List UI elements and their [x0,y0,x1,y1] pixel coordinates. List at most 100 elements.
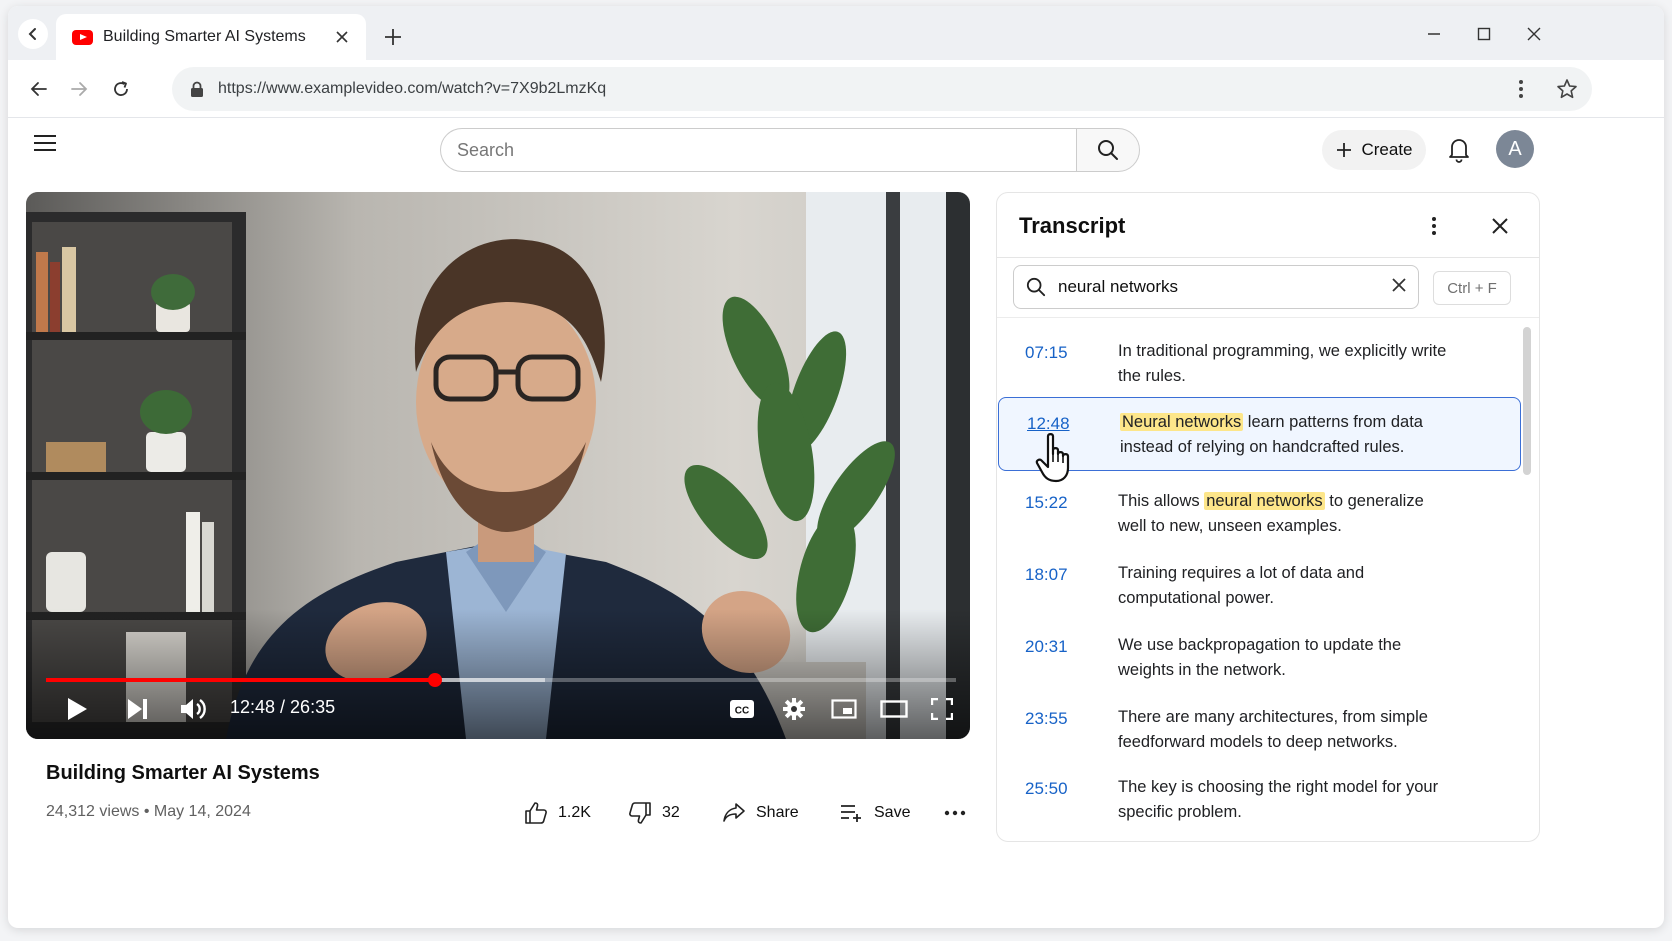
plus-icon [1337,143,1352,157]
transcript-segment[interactable]: 18:07 Training requires a lot of data and… [997,549,1521,623]
segment-text-part: In traditional programming, we explicitl… [1118,342,1447,385]
share-button[interactable]: Share [722,798,799,828]
share-icon [723,803,745,822]
theater-mode-button[interactable] [878,692,910,726]
playlist-add-icon [841,805,861,822]
segment-text: This allows neural networks to generaliz… [1118,489,1448,539]
transcript-segment[interactable]: 07:15 In traditional programming, we expl… [997,327,1521,401]
segment-text: The key is choosing the right model for … [1118,775,1448,825]
lock-icon [191,81,203,97]
transcript-segment[interactable]: 15:22 This allows neural networks to gene… [997,477,1521,551]
segment-text-part: There are many architectures, from simpl… [1118,708,1428,751]
guide-menu-button[interactable] [30,128,60,158]
segment-text: There are many architectures, from simpl… [1118,705,1448,755]
transcript-close-button[interactable] [1487,213,1513,239]
site-search [440,128,1140,172]
miniplayer-button[interactable] [828,692,860,726]
search-icon [1098,140,1118,160]
tab-close-button[interactable] [332,27,352,47]
fullscreen-icon [931,698,953,720]
time-display: 12:48 / 26:35 [230,697,336,717]
fullscreen-button[interactable] [926,692,958,726]
thumbs-up-icon [525,802,547,824]
segment-timestamp-link[interactable]: 25:50 [1025,779,1068,799]
more-vertical-icon [1432,217,1436,235]
search-button[interactable] [1076,128,1140,172]
segment-timestamp-link[interactable]: 20:31 [1025,637,1068,657]
hamburger-menu-icon [34,135,56,151]
youtube-logo-icon [72,29,93,45]
dislike-button[interactable]: 32 [628,798,680,828]
new-tab-button[interactable] [382,26,404,48]
create-label: Create [1361,140,1413,159]
thumbs-down-icon [629,802,651,824]
segment-text-part: Training requires a lot of data and comp… [1118,564,1365,607]
minimize-button[interactable] [1422,22,1446,46]
transcript-segment[interactable]: 23:55 There are many architectures, from … [997,693,1521,767]
more-actions-button[interactable] [944,798,966,828]
browser-menu-button[interactable] [1508,76,1534,102]
transcript-title: Transcript [1019,213,1126,238]
progress-bar[interactable] [46,673,956,687]
like-button[interactable]: 1.2K [524,798,591,828]
create-button[interactable]: Create [1322,130,1426,170]
theater-mode-icon [880,700,908,718]
like-count: 1.2K [558,804,591,821]
next-button[interactable] [120,692,154,726]
volume-button[interactable] [176,692,212,726]
divider [997,317,1539,318]
captions-button[interactable]: CC [726,692,758,726]
save-button[interactable]: Save [840,798,910,828]
address-bar[interactable]: https://www.examplevideo.com/watch?v=7X9… [172,67,1592,111]
transcript-segment[interactable]: 20:31 We use backpropagation to update th… [997,621,1521,695]
svg-text:CC: CC [735,706,749,717]
segment-text-part: We use backpropagation to update the wei… [1118,636,1402,679]
segment-timestamp-link[interactable]: 15:22 [1025,493,1068,513]
forward-button[interactable] [66,76,92,102]
browser-toolbar: https://www.examplevideo.com/watch?v=7X9… [8,60,1664,118]
arrow-left-icon [30,82,47,96]
divider [997,257,1539,258]
transcript-search-input[interactable] [1058,277,1392,297]
segment-timestamp-link[interactable]: 07:15 [1025,343,1068,363]
segment-text: Training requires a lot of data and comp… [1118,561,1448,611]
window-close-button[interactable] [1522,22,1546,46]
close-icon [1392,277,1406,292]
settings-button[interactable] [778,692,810,726]
search-input[interactable] [440,128,1076,172]
maximize-button[interactable] [1472,22,1496,46]
bookmark-star-button[interactable] [1556,78,1578,105]
segment-text: In traditional programming, we explicitl… [1118,339,1448,389]
scrollbar-thumb[interactable] [1523,327,1531,475]
segment-timestamp-link[interactable]: 12:48 [1027,414,1070,434]
more-horizontal-icon [944,810,966,816]
tab-search-back-button[interactable] [18,19,48,49]
star-icon [1557,79,1577,99]
tab-title: Building Smarter AI Systems [103,28,306,45]
browser-tab[interactable]: Building Smarter AI Systems [56,14,366,60]
video-player[interactable]: 12:48 / 26:35 CC [26,192,970,739]
back-button[interactable] [26,76,52,102]
transcript-panel: Transcript Ctrl + F 07:15 In traditional … [996,192,1540,842]
segment-text: We use backpropagation to update the wei… [1118,633,1448,683]
play-button[interactable] [60,692,94,726]
segment-timestamp-link[interactable]: 18:07 [1025,565,1068,585]
segment-timestamp-link[interactable]: 23:55 [1025,709,1068,729]
skip-next-icon [128,699,147,719]
minimize-icon [1428,33,1440,35]
shortcut-hint: Ctrl + F [1433,271,1511,305]
more-vertical-icon [1519,80,1523,98]
scrubber-handle[interactable] [427,673,442,687]
bell-icon [1449,139,1469,163]
transcript-more-button[interactable] [1421,213,1447,239]
notifications-button[interactable] [1444,134,1474,164]
avatar[interactable]: A [1496,130,1534,168]
clear-search-button[interactable] [1392,277,1406,297]
volume-icon [181,699,206,719]
reload-button[interactable] [108,76,134,102]
video-title: Building Smarter AI Systems [46,762,320,784]
transcript-segment[interactable]: 25:50 The key is choosing the right model… [997,763,1521,837]
tab-strip: Building Smarter AI Systems [8,6,1664,60]
segment-text-part: This allows [1118,492,1205,510]
dislike-count: 32 [662,804,680,821]
